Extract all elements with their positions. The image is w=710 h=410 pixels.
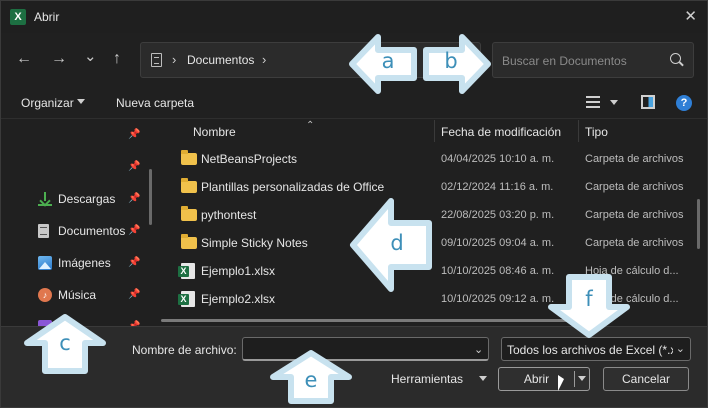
annotation-letter: a [381,49,395,73]
folder-icon [181,234,197,249]
file-name: Plantillas personalizadas de Office [201,180,385,194]
annotation-arrow-c: c [23,313,107,375]
search-input[interactable]: Buscar en Documentos [502,54,627,68]
annotation-letter: c [59,331,71,355]
sidebar-item-descargas[interactable]: Descargas 📌 [1,184,159,214]
column-divider[interactable] [578,120,579,142]
cancel-button[interactable]: Cancelar [603,367,689,391]
sidebar-item-pinned[interactable]: 📌 [1,120,159,150]
preview-pane-icon[interactable] [641,95,655,109]
file-type: Carpeta de archivos [585,237,684,249]
open-button[interactable]: Abrir [498,367,590,391]
column-header-modified[interactable]: Fecha de modificación [441,125,561,139]
view-list-icon[interactable] [586,96,600,108]
title-bar: X Abrir ✕ [1,1,707,33]
annotation-letter: e [304,368,318,392]
excel-app-icon: X [10,9,26,25]
folder-icon [181,206,197,221]
file-type: Carpeta de archivos [585,181,684,193]
sidebar-item-label: Imágenes [58,256,111,270]
annotation-letter: d [390,231,404,255]
filename-history-chevron-icon[interactable]: ⌄ [474,343,483,356]
column-header-type[interactable]: Tipo [585,125,608,139]
up-arrow-icon[interactable]: ↑ [113,50,121,68]
file-modified: 04/04/2025 10:10 a. m. [441,153,555,165]
view-options-caret-icon[interactable] [610,100,618,105]
open-options-caret-icon[interactable] [578,376,586,381]
sidebar-item-imagenes[interactable]: Imágenes 📌 [1,248,159,278]
file-type: Carpeta de archivos [585,153,684,165]
open-file-dialog: X Abrir ✕ ← → ⌄ ↑ › Documentos › Buscar … [0,0,708,408]
navigation-pane: 📌 📌 Descargas 📌 Documentos 📌 Imágenes 📌 … [1,120,159,326]
close-icon[interactable]: ✕ [684,7,697,25]
file-row[interactable]: Simple Sticky Notes 09/10/2025 09:04 a. … [161,229,707,257]
annotation-arrow-a: a [348,33,418,95]
help-icon[interactable]: ? [676,95,692,111]
annotation-letter: b [444,49,458,73]
pin-icon[interactable]: 📌 [128,129,140,140]
file-list-vertical-scrollbar[interactable] [697,199,700,249]
sidebar-item-documentos[interactable]: Documentos 📌 [1,216,159,246]
tools-caret-icon[interactable] [479,376,487,381]
pin-icon[interactable]: 📌 [128,193,140,204]
breadcrumb-chevron-icon[interactable]: › [172,52,176,67]
pin-icon[interactable]: 📌 [128,257,140,268]
file-type-value: Todos los archivos de Excel (*.xl [507,343,673,357]
sidebar-item-musica[interactable]: ♪ Música 📌 [1,280,159,310]
organize-caret-icon[interactable] [77,99,85,104]
excel-file-icon [178,291,195,307]
breadcrumb-documentos[interactable]: Documentos [187,53,254,67]
open-split-divider [574,371,575,387]
back-arrow-icon[interactable]: ← [16,50,32,68]
file-type: Carpeta de archivos [585,209,684,221]
organize-button[interactable]: Organizar [21,96,74,110]
download-icon [38,192,52,206]
recent-locations-chevron-icon[interactable]: ⌄ [84,47,97,65]
tools-button[interactable]: Herramientas [391,372,463,386]
filename-label: Nombre de archivo: [132,343,237,357]
sidebar-item-label: Música [58,288,97,302]
document-icon [38,224,49,238]
annotation-arrow-f: f [547,273,631,339]
file-type-select[interactable]: Todos los archivos de Excel (*.xl ⌄ [501,337,691,361]
sidebar-item-label: Descargas [58,192,116,206]
pin-icon[interactable]: 📌 [128,225,140,236]
file-list-horizontal-scrollbar[interactable] [161,319,601,322]
column-divider[interactable] [434,120,435,142]
file-row[interactable]: NetBeansProjects 04/04/2025 10:10 a. m. … [161,145,707,173]
file-name: NetBeansProjects [201,152,298,166]
annotation-arrow-e: e [269,349,353,405]
search-box[interactable]: Buscar en Documentos [492,42,694,78]
new-folder-button[interactable]: Nueva carpeta [116,96,194,110]
sidebar-scrollbar[interactable] [149,169,152,225]
picture-icon [38,256,52,270]
annotation-arrow-d: d [349,197,433,293]
file-modified: 22/08/2025 03:20 p. m. [441,209,555,221]
document-icon [151,53,162,67]
pin-icon[interactable]: 📌 [128,161,140,172]
sidebar-item-pinned[interactable]: 📌 [1,152,159,182]
excel-file-icon [178,263,195,279]
folder-icon [181,150,197,165]
file-row[interactable]: Plantillas personalizadas de Office 02/1… [161,173,707,201]
music-icon: ♪ [38,288,52,302]
search-icon[interactable] [670,53,681,64]
mouse-cursor-icon [558,375,564,391]
breadcrumb-chevron-icon[interactable]: › [262,52,266,67]
sidebar-item-label: Documentos [58,224,126,238]
annotation-letter: f [585,287,593,311]
file-modified: 09/10/2025 09:04 a. m. [441,237,555,249]
sort-ascending-icon: ⌃ [306,120,315,131]
column-header-name[interactable]: Nombre [193,125,236,139]
forward-arrow-icon[interactable]: → [51,50,67,68]
file-modified: 02/12/2024 11:16 a. m. [441,181,554,193]
file-name: Ejemplo2.xlsx [201,292,276,306]
pin-icon[interactable]: 📌 [128,289,140,300]
annotation-arrow-b: b [422,33,492,95]
file-row[interactable]: pythontest 22/08/2025 03:20 p. m. Carpet… [161,201,707,229]
folder-icon [181,178,197,193]
chevron-down-icon[interactable]: ⌄ [676,342,685,355]
window-title: Abrir [34,10,60,24]
